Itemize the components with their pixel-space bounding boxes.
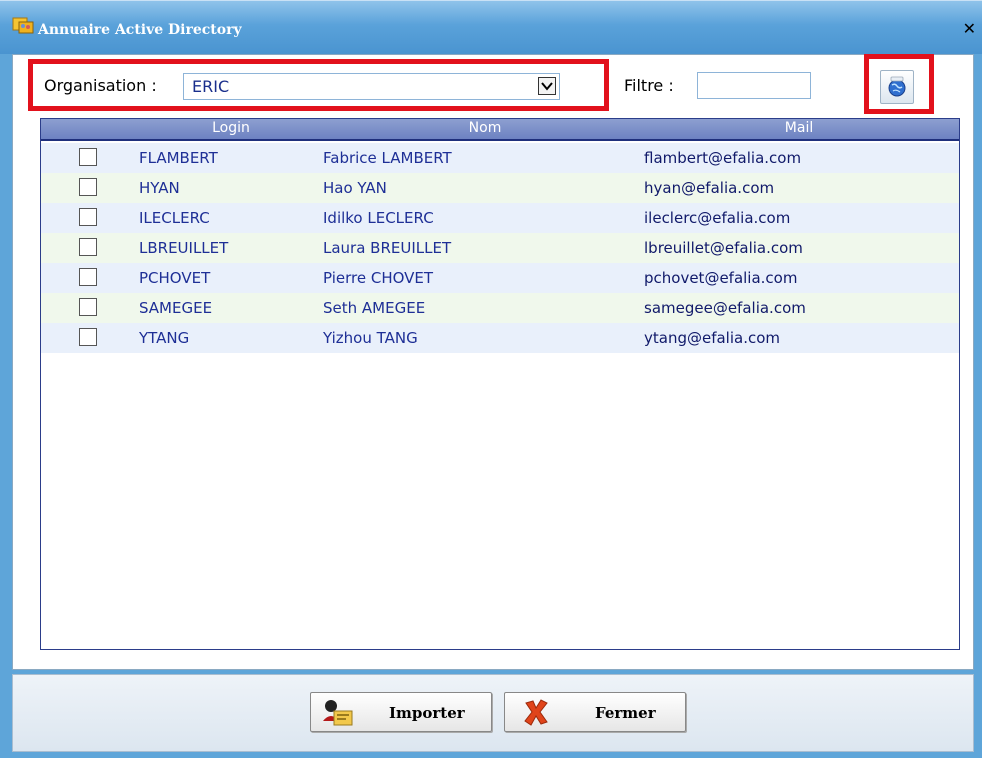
cell-nom: Hao YAN — [323, 179, 387, 197]
cell-mail: flambert@efalia.com — [644, 149, 802, 167]
row-checkbox[interactable] — [79, 178, 97, 196]
cell-nom: Pierre CHOVET — [323, 269, 434, 287]
cell-nom: Fabrice LAMBERT — [323, 149, 452, 167]
cell-login: FLAMBERT — [139, 149, 218, 167]
column-header-mail[interactable]: Mail — [759, 120, 839, 136]
row-checkbox[interactable] — [79, 148, 97, 166]
active-directory-dialog: Annuaire Active Directory ✕ Organisation… — [0, 0, 982, 758]
cell-mail: lbreuillet@efalia.com — [644, 239, 803, 257]
row-checkbox[interactable] — [79, 208, 97, 226]
directory-icon — [12, 15, 34, 35]
window-title: Annuaire Active Directory — [38, 22, 242, 38]
cell-login: PCHOVET — [139, 269, 211, 287]
table-row[interactable]: HYAN Hao YAN hyan@efalia.com — [41, 173, 959, 203]
cell-mail: ytang@efalia.com — [644, 329, 781, 347]
import-button[interactable]: Importer — [310, 692, 492, 732]
title-bar: Annuaire Active Directory ✕ — [0, 0, 982, 54]
close-icon[interactable]: ✕ — [963, 21, 976, 37]
cell-login: SAMEGEE — [139, 299, 213, 317]
filtre-label: Filtre : — [624, 76, 674, 95]
refresh-button[interactable] — [880, 70, 914, 104]
dialog-footer — [12, 674, 974, 752]
cell-nom: Laura BREUILLET — [323, 239, 452, 257]
table-row[interactable]: FLAMBERT Fabrice LAMBERT flambert@efalia… — [41, 143, 959, 173]
organisation-select[interactable]: ERIC — [183, 73, 560, 100]
cell-nom: Yizhou TANG — [323, 329, 418, 347]
close-button-label: Fermer — [595, 704, 656, 722]
red-x-icon — [521, 697, 551, 731]
table-header: Login Nom Mail — [41, 119, 959, 141]
user-import-icon — [321, 697, 355, 731]
cell-mail: ileclerc@efalia.com — [644, 209, 791, 227]
cell-login: YTANG — [139, 329, 190, 347]
row-checkbox[interactable] — [79, 238, 97, 256]
row-checkbox[interactable] — [79, 298, 97, 316]
organisation-select-value: ERIC — [192, 77, 230, 96]
cell-login: HYAN — [139, 179, 180, 197]
table-row[interactable]: YTANG Yizhou TANG ytang@efalia.com — [41, 323, 959, 353]
import-button-label: Importer — [389, 704, 465, 722]
table-row[interactable]: ILECLERC Idilko LECLERC ileclerc@efalia.… — [41, 203, 959, 233]
globe-refresh-icon — [888, 76, 906, 97]
cell-nom: Idilko LECLERC — [323, 209, 434, 227]
table-row[interactable]: LBREUILLET Laura BREUILLET lbreuillet@ef… — [41, 233, 959, 263]
table-row[interactable]: PCHOVET Pierre CHOVET pchovet@efalia.com — [41, 263, 959, 293]
chevron-down-icon[interactable] — [538, 77, 556, 95]
cell-mail: samegee@efalia.com — [644, 299, 806, 317]
column-header-login[interactable]: Login — [201, 120, 261, 136]
column-header-nom[interactable]: Nom — [455, 120, 515, 136]
organisation-label: Organisation : — [44, 76, 157, 95]
cell-nom: Seth AMEGEE — [323, 299, 426, 317]
cell-login: LBREUILLET — [139, 239, 229, 257]
table-row[interactable]: SAMEGEE Seth AMEGEE samegee@efalia.com — [41, 293, 959, 323]
cell-mail: hyan@efalia.com — [644, 179, 775, 197]
users-table: Login Nom Mail FLAMBERT Fabrice LAMBERT … — [40, 118, 960, 650]
row-checkbox[interactable] — [79, 328, 97, 346]
cell-mail: pchovet@efalia.com — [644, 269, 798, 287]
cell-login: ILECLERC — [139, 209, 210, 227]
filtre-input[interactable] — [697, 72, 811, 99]
row-checkbox[interactable] — [79, 268, 97, 286]
close-button[interactable]: Fermer — [504, 692, 686, 732]
